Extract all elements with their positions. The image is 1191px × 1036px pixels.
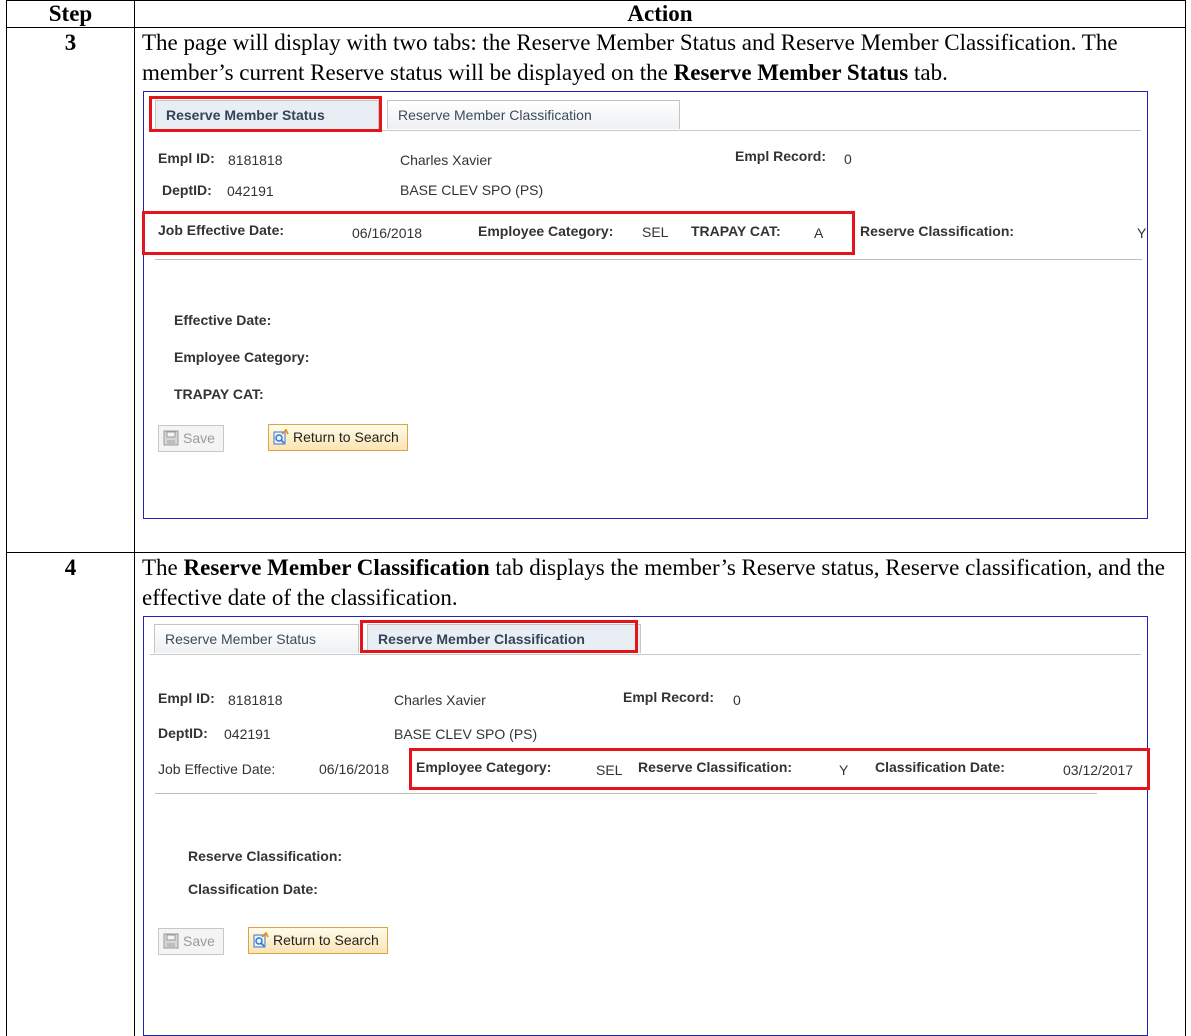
deptid-label: DeptID: xyxy=(162,182,212,198)
save-button[interactable]: Save xyxy=(158,928,224,955)
empl-id-value: 8181818 xyxy=(228,692,283,708)
classification-date-label: Classification Date: xyxy=(875,759,1005,775)
return-to-search-icon xyxy=(253,932,269,948)
empl-id-label: Empl ID: xyxy=(158,150,215,166)
reserve-classification-label: Reserve Classification: xyxy=(638,759,792,775)
step-instruction: The page will display with two tabs: the… xyxy=(135,28,1185,88)
job-effective-date-label: Job Effective Date: xyxy=(158,222,284,238)
tab-reserve-member-status[interactable]: Reserve Member Status xyxy=(155,100,379,129)
instruction-text: tab. xyxy=(908,60,948,85)
save-icon xyxy=(163,933,179,949)
procedure-table: Step Action 3 The page will display with… xyxy=(6,0,1186,1036)
column-header-step: Step xyxy=(7,1,135,28)
deptid-label: DeptID: xyxy=(158,725,208,741)
effective-date-label: Effective Date: xyxy=(174,312,271,328)
return-to-search-label: Return to Search xyxy=(273,932,379,948)
save-button[interactable]: Save xyxy=(158,425,224,452)
step-action-cell: The Reserve Member Classification tab di… xyxy=(135,553,1186,1036)
employee-name: Charles Xavier xyxy=(394,692,486,708)
employee-name: Charles Xavier xyxy=(400,152,492,168)
step-row: 3 The page will display with two tabs: t… xyxy=(7,28,1186,553)
deptid-value: 042191 xyxy=(224,726,271,742)
classification-date-field-label: Classification Date: xyxy=(188,881,318,897)
instruction-bold-text: Reserve Member Status xyxy=(674,60,909,85)
empl-id-label: Empl ID: xyxy=(158,690,215,706)
employee-category-value: SEL xyxy=(642,224,668,240)
employee-category-field-label: Employee Category: xyxy=(174,349,309,365)
tab-reserve-member-status[interactable]: Reserve Member Status xyxy=(154,624,359,653)
trapay-cat-label: TRAPAY CAT: xyxy=(691,223,781,239)
tab-bar: Reserve Member Status Reserve Member Cla… xyxy=(150,100,1141,131)
dept-name: BASE CLEV SPO (PS) xyxy=(394,726,537,742)
classification-date-value: 03/12/2017 xyxy=(1063,762,1133,778)
reserve-classification-label: Reserve Classification: xyxy=(860,223,1014,239)
return-to-search-icon xyxy=(273,429,289,445)
empl-record-label: Empl Record: xyxy=(623,689,714,705)
column-header-action: Action xyxy=(135,1,1186,28)
tab-reserve-member-classification[interactable]: Reserve Member Classification xyxy=(387,100,680,129)
trapay-cat-value: A xyxy=(814,225,823,241)
employee-category-label: Employee Category: xyxy=(478,223,613,239)
tab-reserve-member-classification[interactable]: Reserve Member Classification xyxy=(367,624,641,653)
employee-category-value: SEL xyxy=(596,762,622,778)
reserve-classification-value: Y xyxy=(1137,225,1146,241)
return-to-search-button[interactable]: Return to Search xyxy=(268,424,408,451)
employee-category-label: Employee Category: xyxy=(416,759,551,775)
reserve-classification-screenshot: Reserve Member Status Reserve Member Cla… xyxy=(143,616,1148,1036)
empl-record-value: 0 xyxy=(733,692,741,708)
return-to-search-button[interactable]: Return to Search xyxy=(248,927,388,954)
step-number: 4 xyxy=(7,553,135,1036)
instruction-text: The page will display with two tabs: the… xyxy=(142,30,1118,85)
job-effective-date-value: 06/16/2018 xyxy=(319,761,389,777)
dept-name: BASE CLEV SPO (PS) xyxy=(400,182,543,198)
job-effective-date-value: 06/16/2018 xyxy=(352,225,422,241)
save-label: Save xyxy=(183,933,215,949)
empl-record-label: Empl Record: xyxy=(735,148,826,164)
save-icon xyxy=(163,430,179,446)
divider xyxy=(155,793,1097,794)
step-row: 4 The Reserve Member Classification tab … xyxy=(7,553,1186,1036)
step-instruction: The Reserve Member Classification tab di… xyxy=(135,553,1185,613)
save-label: Save xyxy=(183,430,215,446)
step-number: 3 xyxy=(7,28,135,553)
reserve-classification-field-label: Reserve Classification: xyxy=(188,848,342,864)
reserve-classification-value: Y xyxy=(839,762,848,778)
empl-id-value: 8181818 xyxy=(228,152,283,168)
reserve-status-screenshot: Reserve Member Status Reserve Member Cla… xyxy=(143,91,1148,519)
divider xyxy=(155,259,1142,260)
deptid-value: 042191 xyxy=(227,183,274,199)
step-action-cell: The page will display with two tabs: the… xyxy=(135,28,1186,553)
instruction-bold-text: Reserve Member Classification xyxy=(184,555,490,580)
empl-record-value: 0 xyxy=(844,151,852,167)
tab-bar: Reserve Member Status Reserve Member Cla… xyxy=(150,624,1141,655)
trapay-cat-field-label: TRAPAY CAT: xyxy=(174,386,264,402)
instruction-text: The xyxy=(142,555,184,580)
job-effective-date-label: Job Effective Date: xyxy=(158,761,275,777)
return-to-search-label: Return to Search xyxy=(293,429,399,445)
